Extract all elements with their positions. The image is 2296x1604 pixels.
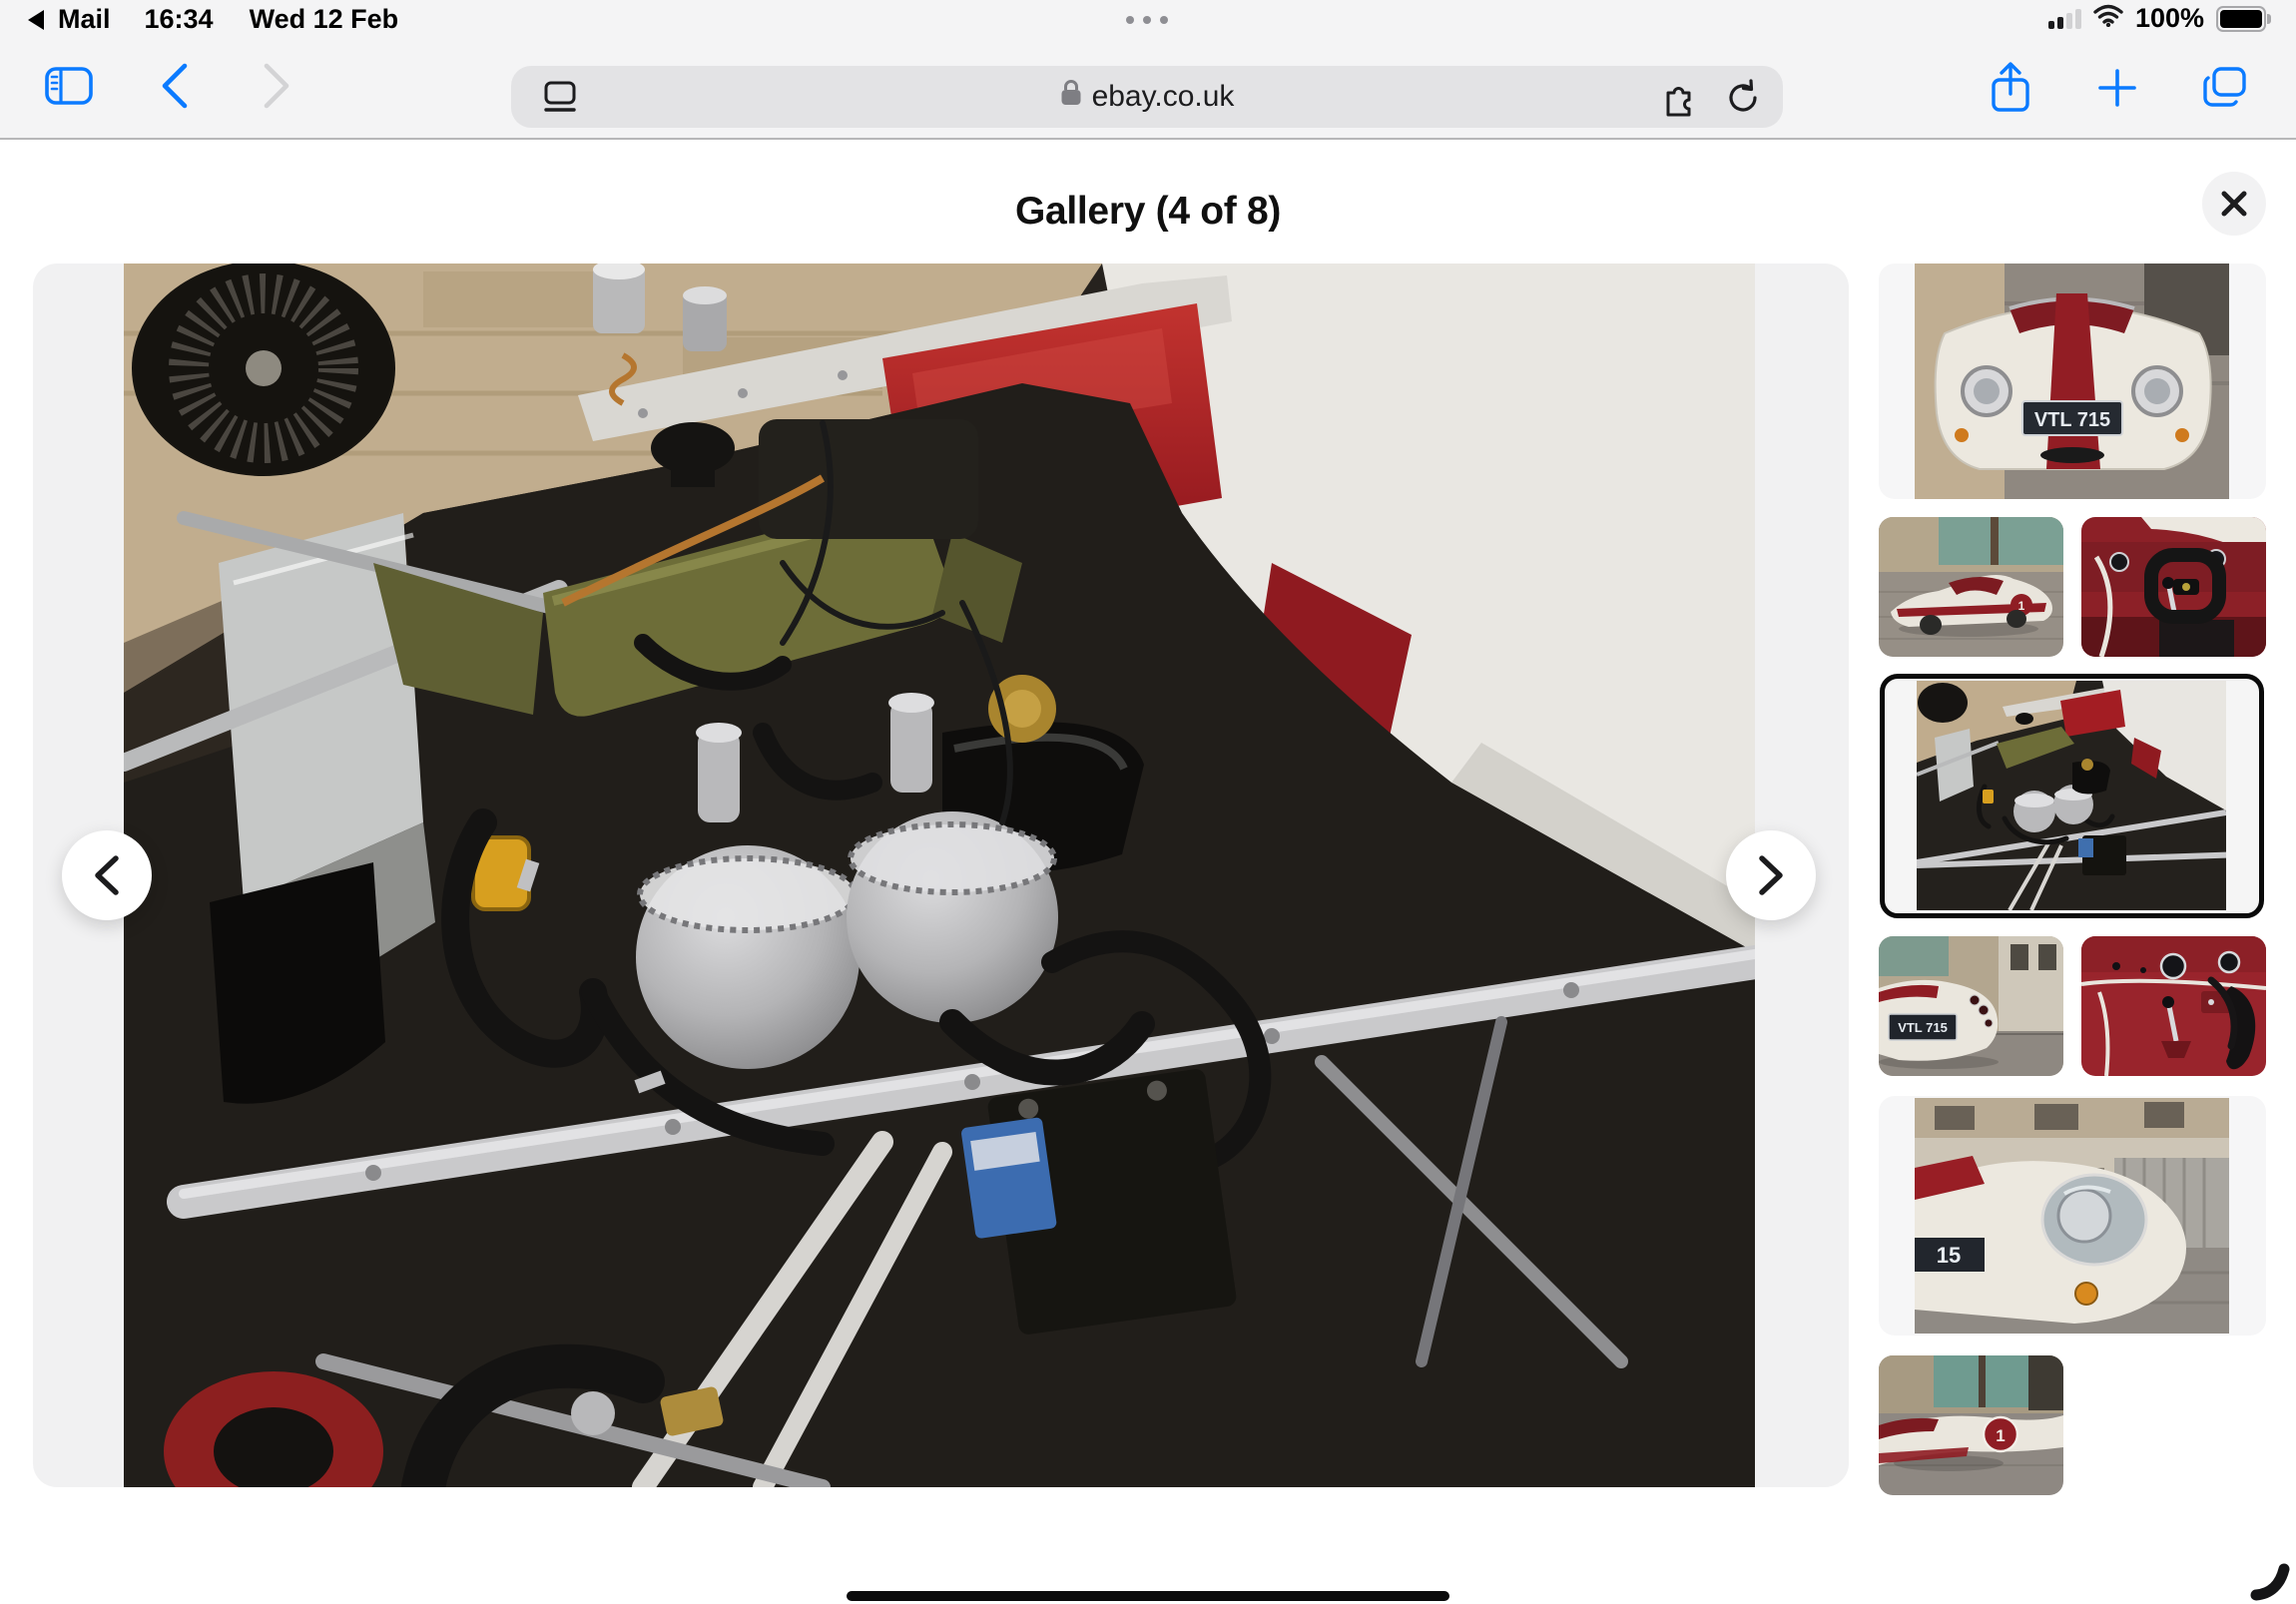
thumbnail-side-roundel-view[interactable]: 1 xyxy=(1879,1355,2063,1495)
pen-scribble-mark xyxy=(2246,1553,2296,1604)
previous-photo-button[interactable] xyxy=(62,830,152,920)
thumbnail-front-fender-closeup[interactable]: 15 xyxy=(1879,1096,2266,1336)
toolbar-divider xyxy=(0,138,2296,140)
share-button[interactable] xyxy=(1987,58,2034,116)
home-indicator[interactable] xyxy=(847,1591,1449,1601)
status-date: Wed 12 Feb xyxy=(250,4,399,35)
extensions-icon[interactable] xyxy=(1657,78,1701,118)
thumbnail-engine-bay-selected[interactable] xyxy=(1880,674,2264,918)
reload-button[interactable] xyxy=(1721,78,1765,118)
tabs-overview-button[interactable] xyxy=(2200,64,2250,110)
lock-icon xyxy=(1060,79,1082,115)
thumbnail-front-view[interactable]: VTL 715 xyxy=(1879,264,2266,499)
close-icon xyxy=(2219,189,2249,219)
roundel-text: 1 xyxy=(1996,1426,2005,1445)
page-title: Gallery (4 of 8) xyxy=(0,190,2296,234)
thumbnail-cockpit-view[interactable] xyxy=(2081,517,2266,657)
thumbnail-rear-view[interactable]: VTL 715 xyxy=(1879,936,2063,1076)
chevron-right-icon xyxy=(1754,853,1788,897)
ipad-screen: { "status_bar": { "back_to_app": "Mail",… xyxy=(0,0,2296,1604)
back-button[interactable] xyxy=(156,62,194,110)
chevron-left-icon xyxy=(90,853,124,897)
forward-button[interactable] xyxy=(258,62,295,110)
back-to-app-label[interactable]: Mail xyxy=(58,4,111,35)
address-domain[interactable]: ebay.co.uk xyxy=(1092,80,1235,114)
battery-icon xyxy=(2216,6,2266,32)
close-button[interactable] xyxy=(2202,172,2266,236)
status-time: 16:34 xyxy=(145,4,214,35)
plate-text: VTL 715 xyxy=(2034,409,2110,431)
status-bar: Mail 16:34 Wed 12 Feb 100% xyxy=(0,0,2296,34)
wifi-icon xyxy=(2093,3,2123,34)
address-bar[interactable]: ebay.co.uk xyxy=(511,66,1783,128)
plate-text: 15 xyxy=(1937,1243,1961,1268)
new-tab-button[interactable] xyxy=(2094,66,2140,110)
main-photo-engine-bay[interactable] xyxy=(124,264,1755,1487)
thumbnail-dashboard-closeup[interactable] xyxy=(2081,936,2266,1076)
battery-percent: 100% xyxy=(2135,3,2204,34)
plate-text: VTL 715 xyxy=(1898,1020,1948,1035)
next-photo-button[interactable] xyxy=(1726,830,1816,920)
cellular-signal-icon xyxy=(2048,9,2081,29)
thumbnail-side-top-view[interactable]: 1 xyxy=(1879,517,2063,657)
multitasking-dots-icon[interactable] xyxy=(1126,16,1168,24)
sidebar-toggle-button[interactable] xyxy=(44,64,94,108)
back-to-app-icon[interactable] xyxy=(28,10,44,30)
